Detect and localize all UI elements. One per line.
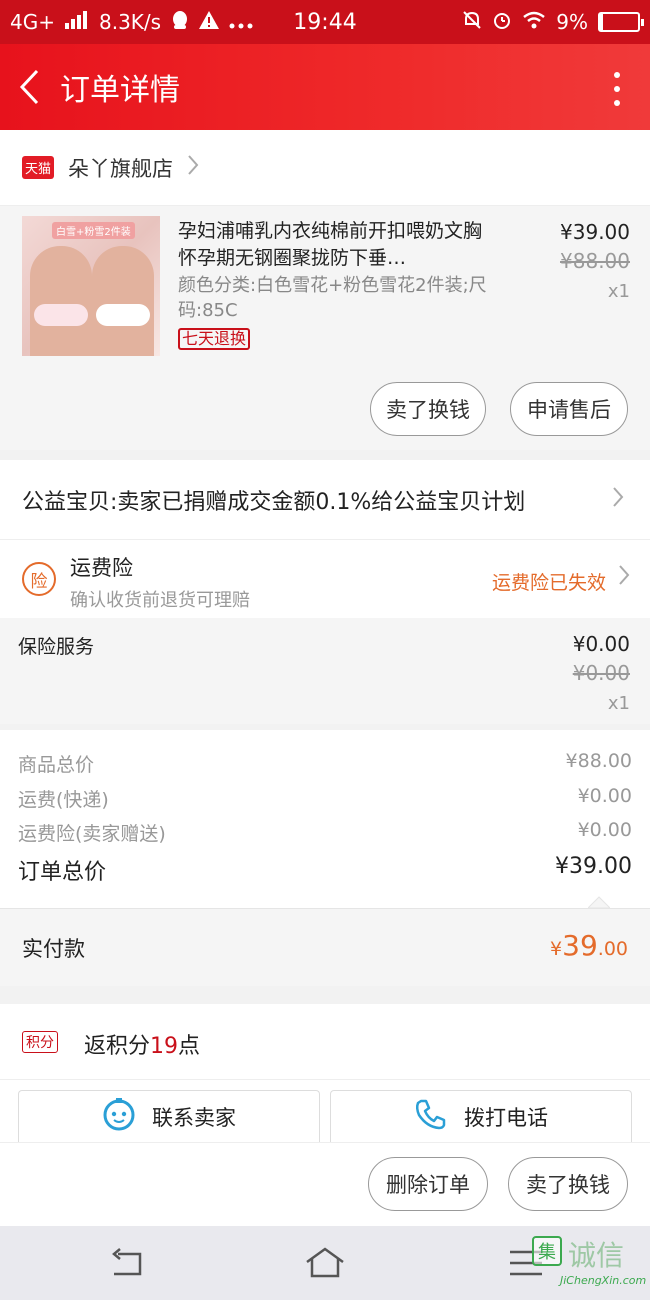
insurance-title: 运费险 bbox=[70, 556, 133, 580]
wifi-icon bbox=[522, 10, 546, 34]
product-card[interactable]: 白雪+粉雪2件装 孕妇浦哺乳内衣纯棉前开扣喂奶文胸怀孕期无钢圈聚拢防下垂… 颜色… bbox=[0, 206, 650, 450]
alarm-icon bbox=[492, 10, 512, 35]
points-value: 19 bbox=[150, 1034, 179, 1059]
return-policy-badge: 七天退换 bbox=[178, 328, 251, 350]
image-tag: 白雪+粉雪2件装 bbox=[52, 222, 135, 239]
shipping-value: ¥0.00 bbox=[577, 785, 632, 807]
order-total-value: ¥39.00 bbox=[555, 854, 632, 879]
watermark-logo-icon: 集 bbox=[532, 1236, 562, 1266]
status-bar: 4G+ 8.3K/s 19:44 9% bbox=[0, 0, 650, 44]
mute-bell-icon bbox=[462, 10, 482, 35]
delete-order-button[interactable]: 删除订单 bbox=[368, 1157, 488, 1211]
tmall-badge: 天猫 bbox=[22, 156, 55, 179]
chevron-right-icon bbox=[187, 154, 199, 182]
system-home-icon[interactable] bbox=[305, 1246, 345, 1280]
system-back-icon[interactable] bbox=[106, 1246, 146, 1280]
watermark-name: 诚信 bbox=[568, 1239, 625, 1272]
charity-row[interactable]: 公益宝贝:卖家已捐赠成交金额0.1%给公益宝贝计划 bbox=[0, 460, 650, 540]
product-quantity: x1 bbox=[607, 281, 630, 302]
chevron-right-icon bbox=[612, 486, 624, 514]
back-arrow-icon[interactable] bbox=[0, 44, 60, 130]
charity-text: 公益宝贝:卖家已捐赠成交金额0.1%给公益宝贝计划 bbox=[22, 489, 526, 515]
chat-face-icon bbox=[102, 1097, 136, 1136]
service-original-price: ¥0.00 bbox=[572, 661, 630, 685]
qq-icon bbox=[171, 10, 189, 35]
shipping-insurance-row[interactable]: 险 运费险 确认收货前退货可理赔 运费险已失效 bbox=[0, 540, 650, 618]
insurance-subtitle: 确认收货前退货可理赔 bbox=[70, 590, 250, 611]
actual-payment-amount: ¥39.00 bbox=[550, 929, 628, 962]
service-quantity: x1 bbox=[607, 693, 630, 714]
points-badge: 积分 bbox=[22, 1031, 58, 1053]
watermark-url: JiChengXin.com bbox=[560, 1274, 647, 1287]
product-title[interactable]: 孕妇浦哺乳内衣纯棉前开扣喂奶文胸怀孕期无钢圈聚拢防下垂… bbox=[178, 218, 498, 272]
contact-section: 联系卖家 拨打电话 bbox=[0, 1080, 650, 1142]
shop-name[interactable]: 朵丫旗舰店 bbox=[68, 153, 173, 183]
insurance-service-item: 保险服务 ¥0.00 ¥0.00 x1 bbox=[0, 618, 650, 724]
call-button[interactable]: 拨打电话 bbox=[330, 1090, 632, 1142]
network-speed: 8.3K/s bbox=[98, 10, 162, 34]
order-actions-bar: 删除订单 卖了换钱 bbox=[0, 1142, 650, 1226]
signal-icon bbox=[64, 10, 89, 34]
insurance-icon: 险 bbox=[22, 562, 56, 596]
order-total-label: 订单总价 bbox=[18, 860, 107, 885]
page-title: 订单详情 bbox=[60, 73, 180, 108]
after-sale-button[interactable]: 申请售后 bbox=[510, 382, 628, 436]
chevron-right-icon bbox=[618, 564, 630, 592]
site-watermark: 集 诚信 JiChengXin.com bbox=[530, 1232, 646, 1294]
more-menu-icon[interactable] bbox=[614, 72, 622, 106]
phone-icon bbox=[414, 1097, 448, 1136]
contact-seller-button[interactable]: 联系卖家 bbox=[18, 1090, 320, 1142]
call-label: 拨打电话 bbox=[464, 1105, 548, 1130]
shipping-label: 运费(快递) bbox=[18, 789, 109, 811]
sell-for-cash-button-bottom[interactable]: 卖了换钱 bbox=[508, 1157, 628, 1211]
sell-for-cash-button[interactable]: 卖了换钱 bbox=[370, 382, 486, 436]
points-text: 返积分19点 bbox=[84, 1034, 201, 1059]
order-total-row: 订单总价 ¥39.00 bbox=[18, 854, 632, 886]
points-row: 积分 返积分19点 bbox=[0, 1004, 650, 1080]
shipping-row: 运费(快递) ¥0.00 bbox=[18, 785, 632, 812]
goods-total-row: 商品总价 ¥88.00 bbox=[18, 750, 632, 777]
battery-icon bbox=[598, 12, 644, 32]
insurance-status: 运费险已失效 bbox=[491, 572, 606, 594]
warning-icon bbox=[199, 10, 220, 34]
goods-total-label: 商品总价 bbox=[18, 754, 95, 776]
contact-seller-label: 联系卖家 bbox=[152, 1105, 236, 1130]
service-price: ¥0.00 bbox=[572, 632, 630, 656]
header-bar: 订单详情 bbox=[0, 44, 650, 130]
price-summary: 商品总价 ¥88.00 运费(快递) ¥0.00 运费险(卖家赠送) ¥0.00… bbox=[0, 730, 650, 908]
actual-payment-row: 实付款 ¥39.00 bbox=[0, 908, 650, 986]
more-notifications-icon bbox=[229, 10, 253, 34]
product-image[interactable]: 白雪+粉雪2件装 bbox=[22, 216, 160, 356]
service-label: 保险服务 bbox=[18, 636, 95, 658]
goods-total-value: ¥88.00 bbox=[565, 750, 632, 772]
product-original-price: ¥88.00 bbox=[560, 249, 630, 273]
network-indicator: 4G+ bbox=[10, 10, 55, 34]
insurance-fee-label: 运费险(卖家赠送) bbox=[18, 823, 166, 845]
caret-up-icon bbox=[588, 896, 610, 908]
battery-percent: 9% bbox=[556, 10, 588, 34]
product-price: ¥39.00 bbox=[560, 220, 630, 244]
product-spec: 颜色分类:白色雪花+粉色雪花2件装;尺码:85C bbox=[178, 275, 487, 321]
actual-payment-label: 实付款 bbox=[22, 937, 85, 961]
shop-row[interactable]: 天猫 朵丫旗舰店 bbox=[0, 130, 650, 206]
insurance-fee-value: ¥0.00 bbox=[577, 819, 632, 841]
insurance-fee-row: 运费险(卖家赠送) ¥0.00 bbox=[18, 819, 632, 846]
